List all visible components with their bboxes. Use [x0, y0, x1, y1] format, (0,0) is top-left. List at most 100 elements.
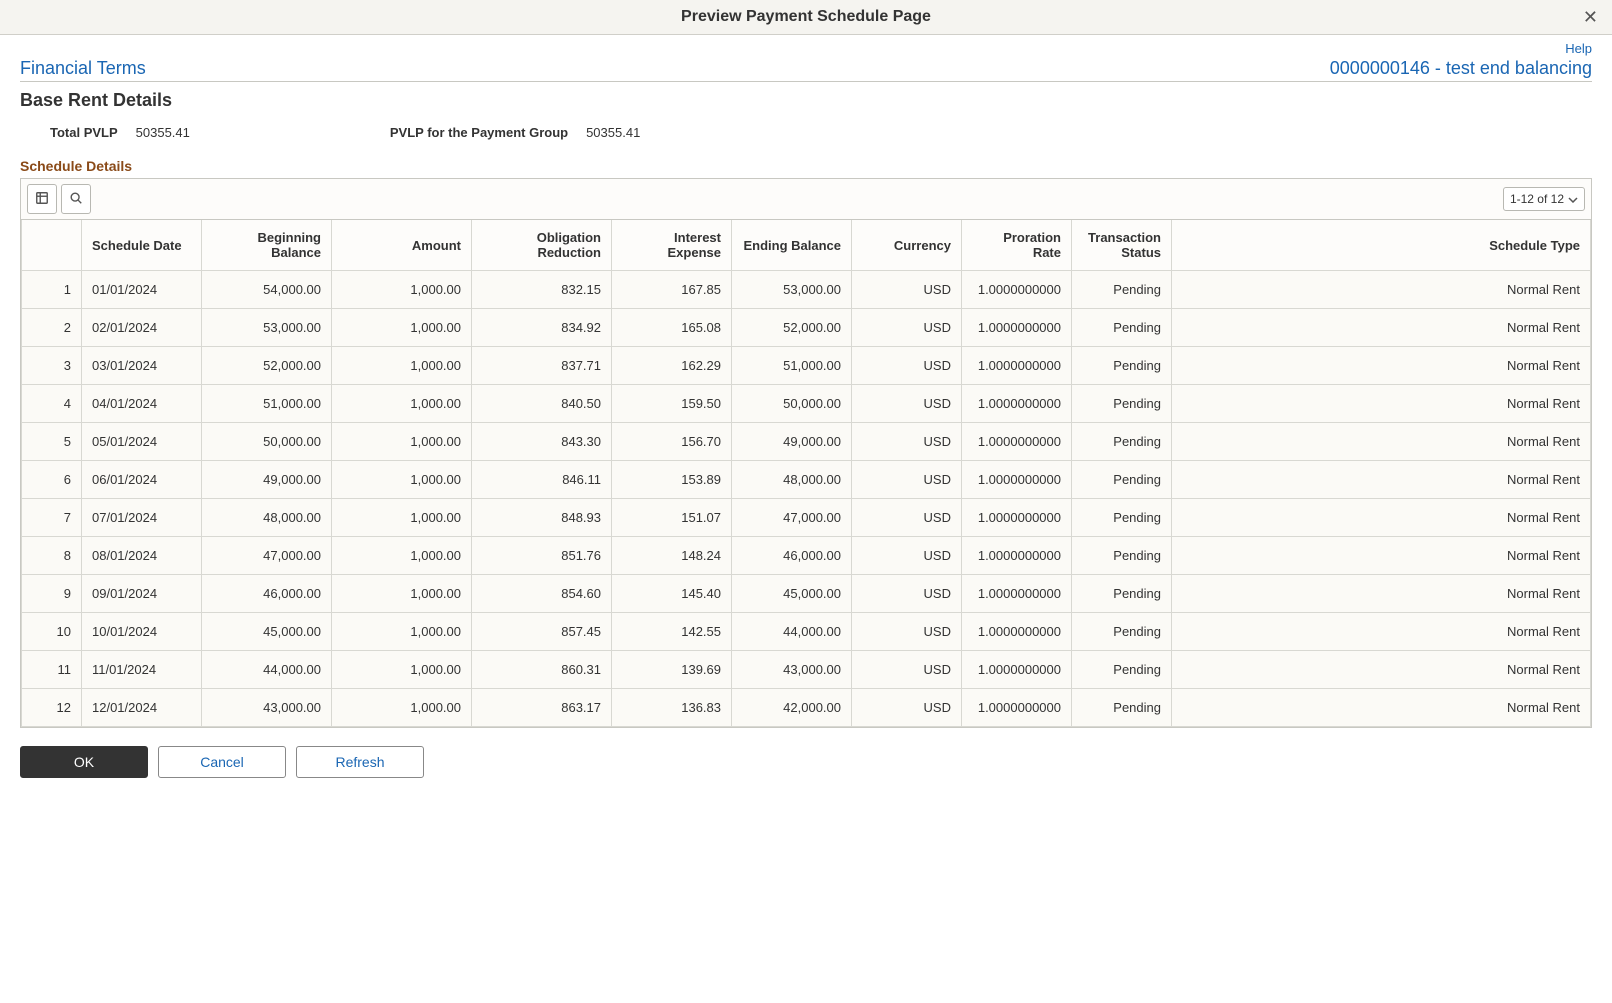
cell: 12/01/2024: [82, 689, 202, 727]
cell: Normal Rent: [1172, 423, 1591, 461]
col-schedule-date[interactable]: Schedule Date: [82, 220, 202, 271]
table-row[interactable]: 1212/01/202443,000.001,000.00863.17136.8…: [22, 689, 1591, 727]
col-proration-rate[interactable]: Proration Rate: [962, 220, 1072, 271]
record-link[interactable]: 0000000146 - test end balancing: [1330, 58, 1592, 79]
cell: 843.30: [472, 423, 612, 461]
cell: 05/01/2024: [82, 423, 202, 461]
cell: 139.69: [612, 651, 732, 689]
cell: 167.85: [612, 271, 732, 309]
cell: 159.50: [612, 385, 732, 423]
cell: 1.0000000000: [962, 461, 1072, 499]
col-obligation-reduction[interactable]: Obligation Reduction: [472, 220, 612, 271]
cell: 1,000.00: [332, 309, 472, 347]
cell: 48,000.00: [732, 461, 852, 499]
col-row-header[interactable]: [22, 220, 82, 271]
table-row[interactable]: 606/01/202449,000.001,000.00846.11153.89…: [22, 461, 1591, 499]
table-header-row: Schedule Date Beginning Balance Amount O…: [22, 220, 1591, 271]
cell: Normal Rent: [1172, 651, 1591, 689]
cell: Normal Rent: [1172, 499, 1591, 537]
cell: 44,000.00: [202, 651, 332, 689]
table-row[interactable]: 909/01/202446,000.001,000.00854.60145.40…: [22, 575, 1591, 613]
cell: 145.40: [612, 575, 732, 613]
help-link[interactable]: Help: [1565, 41, 1592, 56]
col-ending-balance[interactable]: Ending Balance: [732, 220, 852, 271]
table-row[interactable]: 1010/01/202445,000.001,000.00857.45142.5…: [22, 613, 1591, 651]
table-row[interactable]: 101/01/202454,000.001,000.00832.15167.85…: [22, 271, 1591, 309]
chevron-down-icon: [1568, 192, 1578, 206]
cell: 142.55: [612, 613, 732, 651]
cell: 1,000.00: [332, 461, 472, 499]
table-row[interactable]: 1111/01/202444,000.001,000.00860.31139.6…: [22, 651, 1591, 689]
dialog-title: Preview Payment Schedule Page: [16, 8, 1596, 26]
cell: 49,000.00: [202, 461, 332, 499]
cell: USD: [852, 423, 962, 461]
schedule-grid: 1-12 of 12 Schedule Date Beginning Balan…: [20, 178, 1592, 728]
cell: USD: [852, 575, 962, 613]
col-interest-expense[interactable]: Interest Expense: [612, 220, 732, 271]
col-currency[interactable]: Currency: [852, 220, 962, 271]
cell: 863.17: [472, 689, 612, 727]
cell: 1.0000000000: [962, 613, 1072, 651]
cell: USD: [852, 347, 962, 385]
cell: Normal Rent: [1172, 461, 1591, 499]
financial-terms-link[interactable]: Financial Terms: [20, 58, 146, 79]
cell: Pending: [1072, 499, 1172, 537]
cell: 47,000.00: [202, 537, 332, 575]
cell: 10/01/2024: [82, 613, 202, 651]
cell: 49,000.00: [732, 423, 852, 461]
close-icon[interactable]: ✕: [1583, 8, 1598, 26]
table-row[interactable]: 303/01/202452,000.001,000.00837.71162.29…: [22, 347, 1591, 385]
cell: 02/01/2024: [82, 309, 202, 347]
cell: 03/01/2024: [82, 347, 202, 385]
col-transaction-status[interactable]: Transaction Status: [1072, 220, 1172, 271]
col-amount[interactable]: Amount: [332, 220, 472, 271]
cell: 860.31: [472, 651, 612, 689]
cell: 52,000.00: [202, 347, 332, 385]
cell: 1,000.00: [332, 689, 472, 727]
cell: 04/01/2024: [82, 385, 202, 423]
cell: USD: [852, 461, 962, 499]
cell: Pending: [1072, 385, 1172, 423]
col-schedule-type[interactable]: Schedule Type: [1172, 220, 1591, 271]
cell: Pending: [1072, 271, 1172, 309]
cell: 1,000.00: [332, 537, 472, 575]
cell: 151.07: [612, 499, 732, 537]
cell: 43,000.00: [202, 689, 332, 727]
table-row[interactable]: 505/01/202450,000.001,000.00843.30156.70…: [22, 423, 1591, 461]
grid-settings-button[interactable]: [27, 184, 57, 214]
table-row[interactable]: 404/01/202451,000.001,000.00840.50159.50…: [22, 385, 1591, 423]
cell: USD: [852, 537, 962, 575]
total-pvlp-value: 50355.41: [136, 125, 190, 140]
cell: 4: [22, 385, 82, 423]
cell: 45,000.00: [732, 575, 852, 613]
cell: 1,000.00: [332, 651, 472, 689]
grid-search-button[interactable]: [61, 184, 91, 214]
cell: 46,000.00: [202, 575, 332, 613]
cell: Normal Rent: [1172, 575, 1591, 613]
cell: 136.83: [612, 689, 732, 727]
cell: Normal Rent: [1172, 613, 1591, 651]
table-row[interactable]: 707/01/202448,000.001,000.00848.93151.07…: [22, 499, 1591, 537]
cell: 1.0000000000: [962, 347, 1072, 385]
ok-button[interactable]: OK: [20, 746, 148, 778]
cell: 3: [22, 347, 82, 385]
refresh-button[interactable]: Refresh: [296, 746, 424, 778]
cell: 50,000.00: [732, 385, 852, 423]
cell: 6: [22, 461, 82, 499]
cancel-button[interactable]: Cancel: [158, 746, 286, 778]
cell: Pending: [1072, 423, 1172, 461]
cell: 51,000.00: [202, 385, 332, 423]
cell: USD: [852, 385, 962, 423]
table-row[interactable]: 808/01/202447,000.001,000.00851.76148.24…: [22, 537, 1591, 575]
cell: 1.0000000000: [962, 689, 1072, 727]
total-pvlp-label: Total PVLP: [50, 125, 118, 140]
cell: 857.45: [472, 613, 612, 651]
col-beginning-balance[interactable]: Beginning Balance: [202, 220, 332, 271]
cell: Pending: [1072, 689, 1172, 727]
table-row[interactable]: 202/01/202453,000.001,000.00834.92165.08…: [22, 309, 1591, 347]
cell: 47,000.00: [732, 499, 852, 537]
cell: 834.92: [472, 309, 612, 347]
grid-pager[interactable]: 1-12 of 12: [1503, 187, 1585, 211]
cell: 1.0000000000: [962, 575, 1072, 613]
search-icon: [69, 191, 83, 208]
